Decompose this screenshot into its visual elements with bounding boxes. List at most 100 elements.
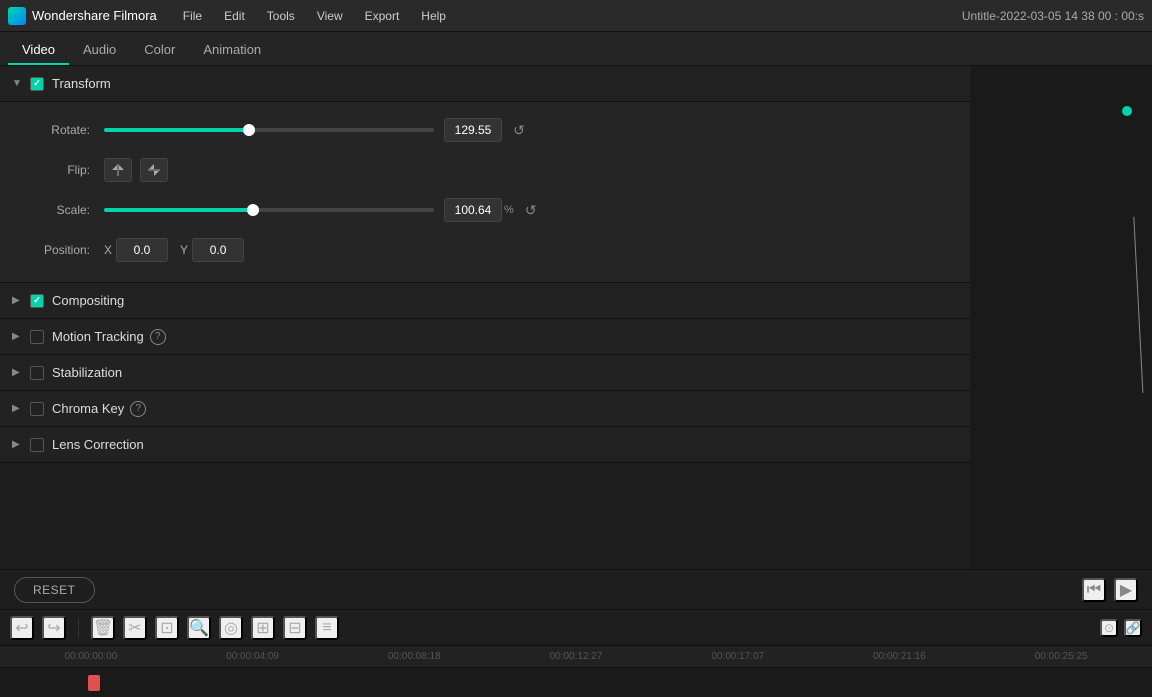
logo-text: Wondershare Filmora [32,8,157,23]
tab-color[interactable]: Color [130,36,189,65]
toolbar-divider-1 [78,618,79,638]
scale-value-input[interactable] [444,198,502,222]
menu-file[interactable]: File [173,5,212,27]
motion-tracking-section-header[interactable]: ▶ Motion Tracking ? [0,319,970,355]
transform-arrow-icon: ▼ [12,78,24,90]
settings-button[interactable]: ≡ [315,616,339,640]
stabilization-section-header[interactable]: ▶ Stabilization [0,355,970,391]
timeline-strip [0,667,1152,697]
x-label: X [104,243,112,257]
position-y-input[interactable] [192,238,244,262]
chroma-key-section-header[interactable]: ▶ Chroma Key ? [0,391,970,427]
topbar: Wondershare Filmora File Edit Tools View… [0,0,1152,32]
menu-help[interactable]: Help [411,5,456,27]
motion-tracking-checkbox[interactable] [30,330,44,344]
link-button[interactable]: 🔗 [1124,619,1142,637]
logo-icon [8,7,26,25]
scale-slider-track[interactable] [104,208,434,212]
search-button[interactable]: 🔍 [187,616,211,640]
menu-view[interactable]: View [307,5,353,27]
node-dot-1 [1122,106,1132,116]
effects-button[interactable]: ◎ [219,616,243,640]
scale-slider-thumb[interactable] [247,204,259,216]
reset-button[interactable]: RESET [14,577,95,603]
flip-v-icon [146,162,162,178]
compositing-section-header[interactable]: ▶ ✓ Compositing [0,283,970,319]
transform-section-header[interactable]: ▼ ✓ Transform [0,66,970,102]
tab-animation[interactable]: Animation [189,36,275,65]
tab-bar: Video Audio Color Animation [0,32,1152,66]
fit-button[interactable]: ⊟ [283,616,307,640]
scale-slider-fill [104,208,253,212]
flip-h-icon [110,162,126,178]
transform-label: Transform [52,76,111,91]
compositing-checkbox[interactable]: ✓ [30,294,44,308]
compositing-arrow-icon: ▶ [12,295,24,307]
position-y-group: Y [180,238,244,262]
chroma-key-help-icon[interactable]: ? [130,401,146,417]
position-row: Position: X Y [20,238,950,262]
redo-button[interactable]: ↪ [42,616,66,640]
delete-button[interactable]: 🗑 [91,616,115,640]
left-panel: ▼ ✓ Transform Rotate: ↺ Fl [0,66,970,569]
scale-label: Scale: [20,203,90,217]
toolbar-icons-row: ↩ ↪ 🗑 ✂ ⊡ 🔍 ◎ ⊞ ⊟ ≡ ⊙ 🔗 [0,610,1152,646]
main-content: ▼ ✓ Transform Rotate: ↺ Fl [0,66,1152,569]
motion-tracking-arrow-icon: ▶ [12,331,24,343]
tab-audio[interactable]: Audio [69,36,130,65]
undo-button[interactable]: ↩ [10,616,34,640]
path-line [1134,217,1143,393]
menu-edit[interactable]: Edit [214,5,255,27]
stabilization-label: Stabilization [52,365,122,380]
app-logo: Wondershare Filmora [8,7,157,25]
chroma-key-checkbox[interactable] [30,402,44,416]
preview-area [970,66,1152,569]
timeline-extras: ⊙ 🔗 [1100,619,1142,637]
scale-unit: % [504,204,514,216]
cut-button[interactable]: ✂ [123,616,147,640]
scale-reset-button[interactable]: ↺ [520,199,542,221]
menu-tools[interactable]: Tools [257,5,305,27]
chroma-key-label: Chroma Key [52,401,124,416]
rotate-slider-fill [104,128,249,132]
menu-export[interactable]: Export [355,5,410,27]
chroma-key-arrow-icon: ▶ [12,403,24,415]
playback-controls: ⏮ ▶ [1082,578,1138,602]
flip-label: Flip: [20,163,90,177]
rotate-value-input[interactable] [444,118,502,142]
transform-content: Rotate: ↺ Flip: [0,102,970,283]
flip-vertical-button[interactable] [140,158,168,182]
footer-row: RESET ⏮ ▶ [0,569,1152,609]
snap-button[interactable]: ⊙ [1100,619,1118,637]
rotate-row: Rotate: ↺ [20,118,950,142]
motion-tracking-help-icon[interactable]: ? [150,329,166,345]
motion-tracking-label: Motion Tracking [52,329,144,344]
rotate-reset-button[interactable]: ↺ [508,119,530,141]
right-panel: OK [970,66,1152,569]
rotate-label: Rotate: [20,123,90,137]
rotate-slider-thumb[interactable] [243,124,255,136]
position-label: Position: [20,243,90,257]
position-x-input[interactable] [116,238,168,262]
menu-bar: File Edit Tools View Export Help [173,5,962,27]
tab-video[interactable]: Video [8,36,69,65]
crop-button[interactable]: ⊡ [155,616,179,640]
play-button[interactable]: ▶ [1114,578,1138,602]
position-x-group: X [104,238,168,262]
lens-correction-checkbox[interactable] [30,438,44,452]
lens-correction-label: Lens Correction [52,437,144,452]
rotate-slider-container [104,128,434,132]
stabilization-checkbox[interactable] [30,366,44,380]
stabilization-arrow-icon: ▶ [12,367,24,379]
flip-horizontal-button[interactable] [104,158,132,182]
lens-correction-arrow-icon: ▶ [12,439,24,451]
scale-row: Scale: % ↺ [20,198,950,222]
transform-checkbox[interactable]: ✓ [30,77,44,91]
timeline-inner [0,668,1152,697]
compositing-label: Compositing [52,293,124,308]
prev-frame-button[interactable]: ⏮ [1082,578,1106,602]
rotate-slider-track[interactable] [104,128,434,132]
lens-correction-section-header[interactable]: ▶ Lens Correction [0,427,970,463]
path-svg [970,66,1152,569]
split-button[interactable]: ⊞ [251,616,275,640]
